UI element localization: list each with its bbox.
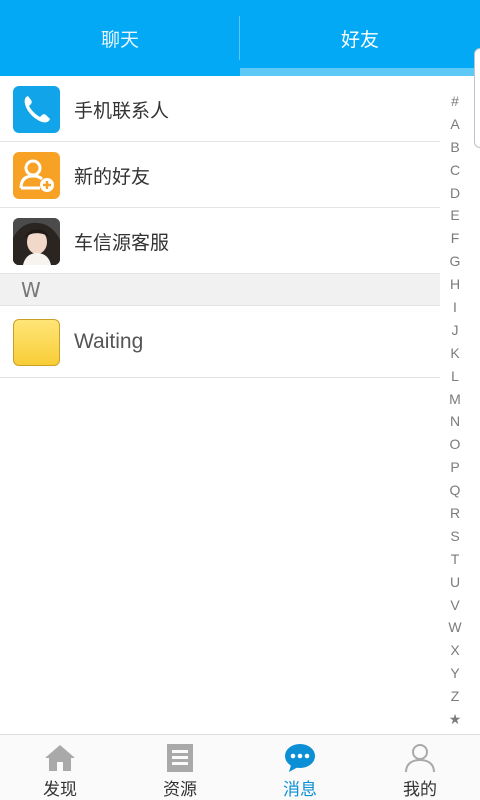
nav-resources[interactable]: 资源 (120, 735, 240, 800)
index-letter[interactable]: Q (450, 479, 461, 502)
index-letter[interactable]: D (450, 182, 460, 205)
alphabet-index[interactable]: # A B C D E F G H I J K L M N O P Q R S … (444, 90, 466, 731)
home-icon (45, 745, 75, 771)
index-letter[interactable]: H (450, 273, 460, 296)
nav-me[interactable]: 我的 (360, 735, 480, 800)
person-icon (405, 744, 435, 773)
index-letter[interactable]: J (452, 319, 459, 342)
index-letter[interactable]: T (451, 548, 460, 571)
index-letter[interactable]: X (450, 639, 459, 662)
index-letter[interactable]: B (450, 136, 459, 159)
tab-chat[interactable]: 聊天 (0, 0, 240, 76)
yellow-avatar (13, 319, 60, 366)
list-item-label: Waiting (74, 330, 144, 353)
add-friend-icon (13, 152, 60, 199)
index-letter[interactable]: W (448, 616, 461, 639)
index-letter[interactable]: A (450, 113, 459, 136)
tab-friends[interactable]: 好友 (240, 0, 480, 76)
nav-messages[interactable]: 消息 (240, 735, 360, 800)
nav-label: 资源 (163, 780, 197, 800)
bottom-nav: 发现 资源 消息 我的 (0, 734, 480, 800)
list-item-waiting[interactable]: Waiting (0, 306, 440, 378)
index-letter[interactable]: O (450, 433, 461, 456)
index-letter[interactable]: N (450, 410, 460, 433)
list-item-label: 新的好友 (74, 165, 151, 188)
index-letter[interactable]: U (450, 571, 460, 594)
index-letter[interactable]: # (451, 90, 459, 113)
index-letter[interactable]: R (450, 502, 460, 525)
nav-discover[interactable]: 发现 (0, 735, 120, 800)
edge-handle[interactable] (474, 48, 480, 148)
contact-list: 手机联系人 新的好友 车信源客服 W Waiting (0, 76, 440, 378)
index-letter[interactable]: G (450, 250, 461, 273)
list-item-phone-contacts[interactable]: 手机联系人 (0, 76, 440, 142)
document-icon (167, 744, 193, 772)
nav-label: 发现 (43, 780, 77, 800)
phone-icon (13, 86, 60, 133)
index-letter[interactable]: I (453, 296, 457, 319)
list-item-new-friends[interactable]: 新的好友 (0, 142, 440, 208)
index-letter[interactable]: L (451, 365, 459, 388)
avatar (13, 218, 60, 265)
index-letter[interactable]: P (450, 456, 459, 479)
active-tab-indicator (240, 68, 480, 76)
index-letter[interactable]: Z (451, 685, 460, 708)
index-letter[interactable]: C (450, 159, 460, 182)
index-letter[interactable]: K (450, 342, 459, 365)
nav-label: 消息 (283, 780, 317, 800)
index-letter[interactable]: V (450, 594, 459, 617)
top-tab-bar: 聊天 好友 (0, 0, 480, 76)
chat-bubble-icon (285, 744, 315, 772)
list-item-label: 车信源客服 (74, 231, 170, 254)
nav-label: 我的 (403, 780, 437, 800)
index-letter[interactable]: M (449, 388, 461, 411)
index-letter[interactable]: Y (450, 662, 459, 685)
list-item-label: 手机联系人 (74, 99, 170, 122)
section-header-w: W (0, 274, 440, 306)
index-letter[interactable]: F (451, 227, 460, 250)
app-screen: 聊天 好友 手机联系人 新的好友 车信源客服 W Waiting # A B C… (0, 0, 480, 800)
index-letter[interactable]: S (450, 525, 459, 548)
index-letter[interactable]: E (450, 204, 459, 227)
index-letter[interactable]: ★ (449, 708, 462, 731)
list-item-customer-service[interactable]: 车信源客服 (0, 208, 440, 274)
